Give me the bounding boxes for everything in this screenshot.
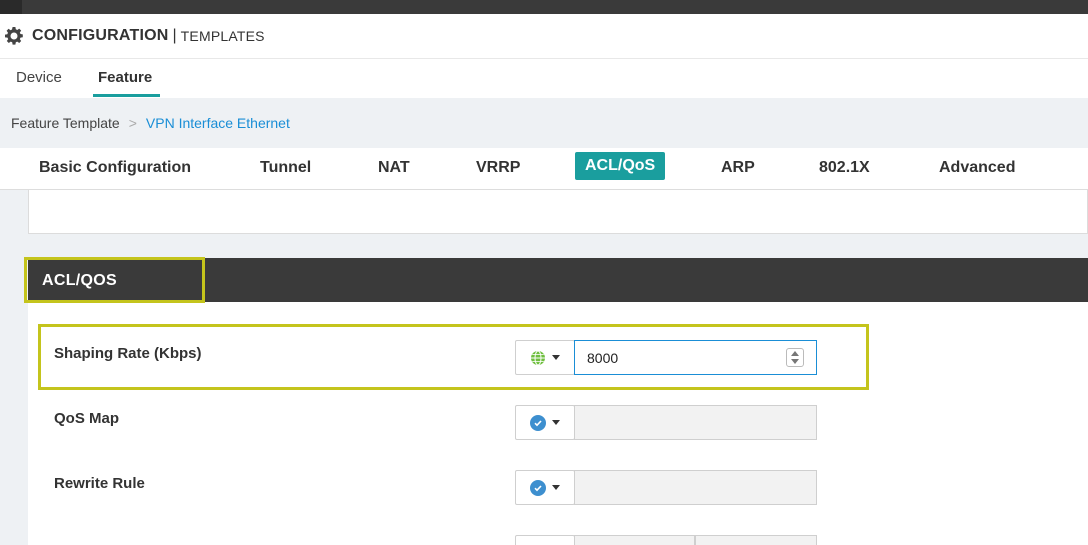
check-circle-icon	[530, 414, 546, 431]
tab-nat[interactable]: NAT	[378, 159, 410, 177]
gear-icon	[5, 27, 23, 45]
active-tab-underline	[93, 94, 160, 97]
section-title-highlight	[24, 257, 205, 303]
tab-advanced[interactable]: Advanced	[939, 159, 1015, 177]
tab-basic-configuration[interactable]: Basic Configuration	[39, 159, 191, 177]
breadcrumb-vpn-interface-ethernet[interactable]: VPN Interface Ethernet	[146, 115, 290, 131]
top-bar	[0, 0, 1088, 14]
tab-802-1x[interactable]: 802.1X	[819, 159, 870, 177]
next-row-radio-right[interactable]	[695, 535, 817, 545]
section-tab-bar: Basic Configuration Tunnel NAT VRRP ACL/…	[0, 148, 1088, 190]
qos-map-label: QoS Map	[54, 410, 120, 427]
previous-section-panel	[28, 190, 1088, 234]
page-title: CONFIGURATION	[32, 27, 169, 44]
chevron-down-icon	[552, 420, 560, 425]
shaping-rate-highlight	[38, 324, 869, 390]
next-row-radio-left[interactable]	[574, 535, 695, 545]
page-header: CONFIGURATION | TEMPLATES	[0, 14, 1088, 58]
title-separator: |	[172, 27, 177, 44]
subtab-bar: Device Feature	[0, 58, 1088, 98]
breadcrumb-feature-template[interactable]: Feature Template	[11, 115, 120, 131]
chevron-down-icon	[552, 485, 560, 490]
rewrite-rule-scope-dropdown[interactable]	[515, 470, 575, 505]
tab-tunnel[interactable]: Tunnel	[260, 159, 311, 177]
breadcrumb: Feature Template > VPN Interface Etherne…	[0, 98, 1088, 148]
check-circle-icon	[530, 479, 546, 496]
tab-arp[interactable]: ARP	[721, 159, 755, 177]
qos-map-input[interactable]	[574, 405, 817, 440]
breadcrumb-separator: >	[128, 115, 137, 131]
tab-device[interactable]: Device	[16, 69, 62, 86]
tab-acl-qos[interactable]: ACL/QoS	[575, 152, 666, 180]
qos-map-scope-dropdown[interactable]	[515, 405, 575, 440]
rewrite-rule-label: Rewrite Rule	[54, 475, 145, 492]
page-subtitle: TEMPLATES	[180, 28, 265, 44]
tab-feature[interactable]: Feature	[98, 69, 152, 86]
rewrite-rule-input[interactable]	[574, 470, 817, 505]
top-bar-accent	[0, 0, 22, 14]
tab-vrrp[interactable]: VRRP	[476, 159, 520, 177]
next-row-scope-dropdown[interactable]	[515, 535, 575, 545]
